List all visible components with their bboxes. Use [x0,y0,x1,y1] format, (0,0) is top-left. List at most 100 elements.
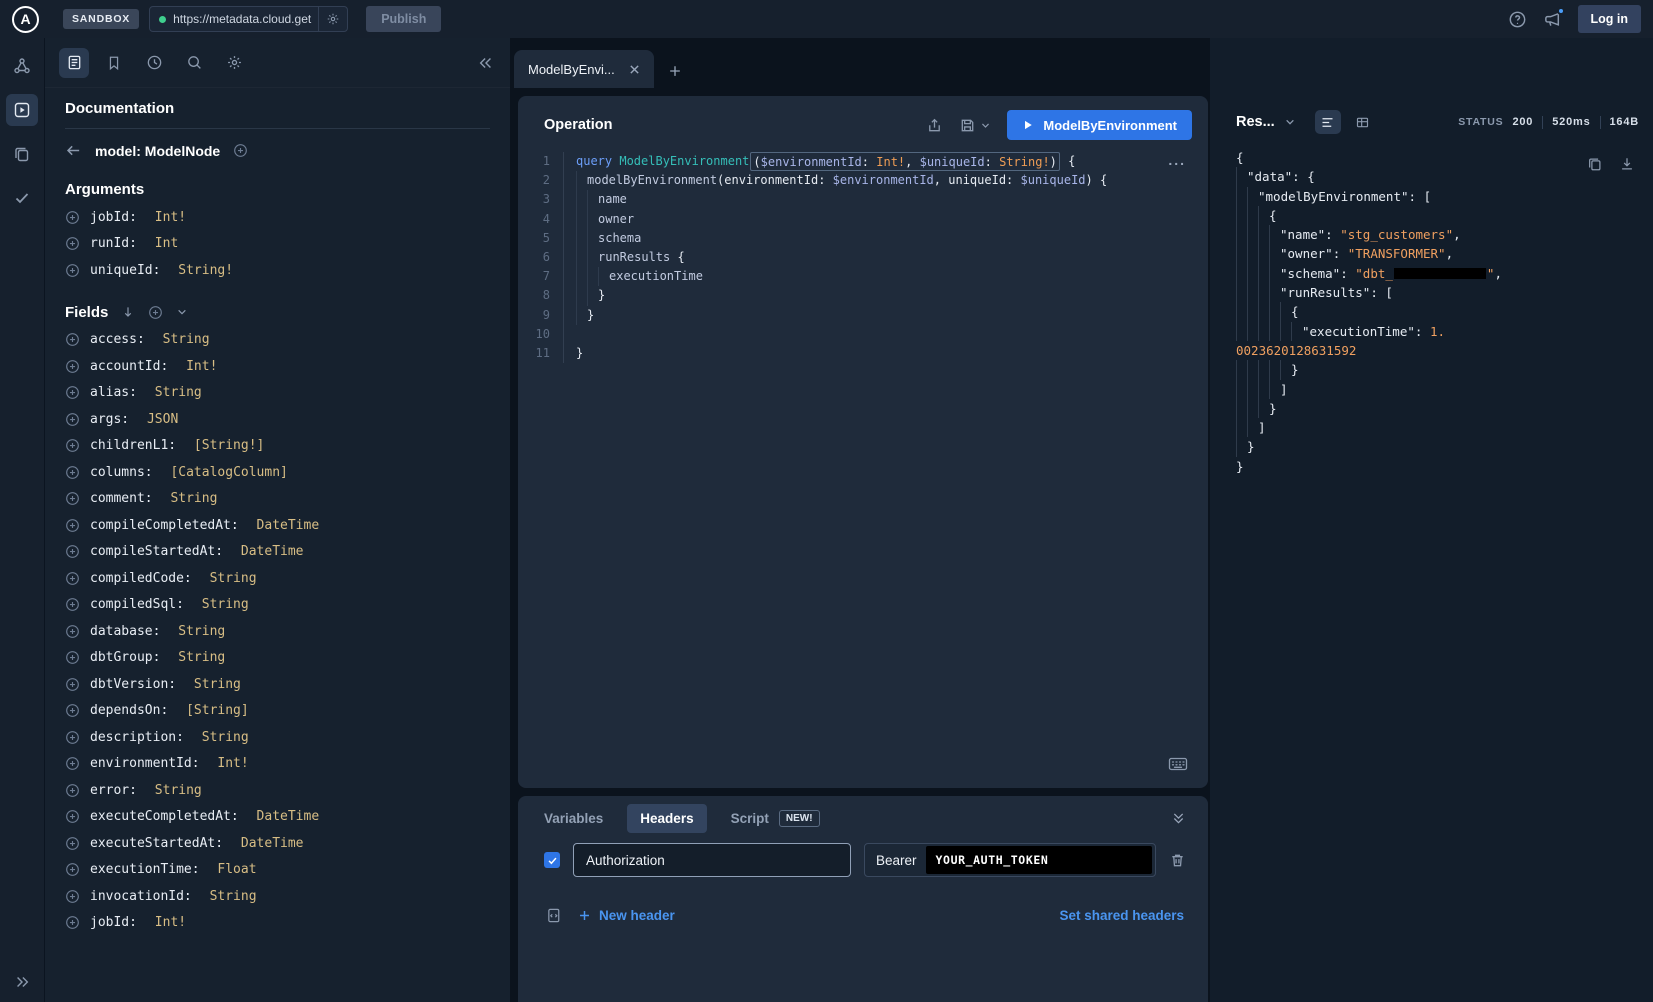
field-type[interactable]: Float [217,862,256,877]
field-row[interactable]: uniqueId: String! [65,257,490,284]
field-type[interactable]: [String!] [194,438,264,453]
field-type[interactable]: Int [155,236,178,251]
field-type[interactable]: String [202,597,249,612]
documentation-tab-icon[interactable] [59,48,89,78]
breadcrumb-type[interactable]: ModelNode [145,143,220,159]
field-type[interactable]: Int! [155,210,186,225]
code-line[interactable]: 1query ModelByEnvironment($environmentId… [518,152,1208,171]
add-field-icon[interactable] [65,809,80,824]
field-type[interactable]: String [170,491,217,506]
field-row[interactable]: error: String [65,777,490,804]
field-row[interactable]: childrenL1: [String!] [65,433,490,460]
field-row[interactable]: accountId: Int! [65,353,490,380]
code-editor[interactable]: 1query ModelByEnvironment($environmentId… [518,152,1208,363]
add-field-icon[interactable] [65,359,80,374]
add-field-icon[interactable] [65,730,80,745]
add-field-icon[interactable] [65,783,80,798]
back-icon[interactable] [65,142,82,159]
field-row[interactable]: compileCompletedAt: DateTime [65,512,490,539]
code-line[interactable]: 4owner [518,210,1208,229]
share-icon[interactable] [926,117,943,134]
field-row[interactable]: executeCompletedAt: DateTime [65,804,490,831]
add-field-icon[interactable] [65,677,80,692]
response-chevron-icon[interactable] [1284,116,1296,128]
run-button[interactable]: ModelByEnvironment [1007,110,1192,140]
code-line[interactable]: 2modelByEnvironment(environmentId: $envi… [518,171,1208,190]
field-row[interactable]: jobId: Int! [65,204,490,231]
add-fields-icon[interactable] [148,305,163,320]
keyboard-shortcuts-icon[interactable] [1168,756,1188,772]
sort-icon[interactable] [121,305,135,319]
explorer-icon[interactable] [6,94,38,126]
delete-header-icon[interactable] [1169,852,1186,869]
header-presets-icon[interactable] [546,907,563,924]
add-field-icon[interactable] [65,544,80,559]
operation-collections-icon[interactable] [6,138,38,170]
field-type[interactable]: Int! [217,756,248,771]
response-selector[interactable]: Res... [1236,114,1275,130]
field-type[interactable]: String! [178,263,233,278]
field-row[interactable]: executeStartedAt: DateTime [65,830,490,857]
header-key-input[interactable]: Authorization [573,843,851,877]
login-button[interactable]: Log in [1578,5,1642,33]
code-line[interactable]: 11} [518,344,1208,363]
field-type[interactable]: String [163,332,210,347]
add-field-icon[interactable] [65,412,80,427]
graph-icon[interactable] [6,50,38,82]
chevron-down-icon[interactable] [176,306,188,318]
field-type[interactable]: String [210,889,257,904]
field-row[interactable]: compiledSql: String [65,592,490,619]
header-enabled-checkbox[interactable] [544,852,560,868]
bookmark-icon[interactable] [99,48,129,78]
add-field-icon[interactable] [65,236,80,251]
apollo-logo[interactable]: A [12,6,39,33]
add-field-icon[interactable] [65,263,80,278]
editor-menu-icon[interactable]: ... [1168,152,1186,168]
field-type[interactable]: Int! [155,915,186,930]
new-header-button[interactable]: New header [578,908,675,923]
add-field-icon[interactable] [65,385,80,400]
save-icon[interactable] [959,117,976,134]
announcements-icon[interactable] [1543,10,1562,29]
endpoint-url[interactable]: https://metadata.cloud.get [173,12,311,26]
add-field-icon[interactable] [65,756,80,771]
help-icon[interactable] [1508,10,1527,29]
field-type[interactable]: String [210,571,257,586]
add-field-icon[interactable] [65,650,80,665]
field-row[interactable]: runId: Int [65,231,490,258]
tab-headers[interactable]: Headers [627,804,706,833]
add-field-icon[interactable] [65,624,80,639]
field-row[interactable]: dependsOn: [String] [65,698,490,725]
endpoint-input[interactable]: https://metadata.cloud.get [149,6,348,32]
field-row[interactable]: dbtGroup: String [65,645,490,672]
endpoint-settings-icon[interactable] [318,7,347,31]
field-type[interactable]: String [178,624,225,639]
code-line[interactable]: 3name [518,190,1208,209]
field-row[interactable]: compiledCode: String [65,565,490,592]
header-value-field[interactable]: Bearer YOUR_AUTH_TOKEN [864,843,1156,877]
field-type[interactable]: DateTime [241,544,304,559]
field-type[interactable]: DateTime [241,836,304,851]
add-field-icon[interactable] [65,518,80,533]
collapse-panel-icon[interactable] [1171,811,1186,826]
add-field-icon[interactable] [65,703,80,718]
field-type[interactable]: [CatalogColumn] [170,465,287,480]
auth-token-value[interactable]: YOUR_AUTH_TOKEN [926,846,1152,874]
field-row[interactable]: args: JSON [65,406,490,433]
field-row[interactable]: access: String [65,327,490,354]
settings-icon[interactable] [219,48,249,78]
table-view-icon[interactable] [1350,110,1376,134]
field-type[interactable]: String [155,783,202,798]
add-field-icon[interactable] [65,571,80,586]
field-type[interactable]: DateTime [257,809,320,824]
code-line[interactable]: 7executionTime [518,267,1208,286]
response-body[interactable]: {"data": {"modelByEnvironment": [{"name"… [1236,148,1643,476]
add-field-icon[interactable] [65,438,80,453]
add-field-icon[interactable] [65,210,80,225]
field-row[interactable]: database: String [65,618,490,645]
publish-button[interactable]: Publish [366,6,441,32]
add-field-icon[interactable] [65,491,80,506]
field-row[interactable]: comment: String [65,486,490,513]
field-row[interactable]: description: String [65,724,490,751]
search-icon[interactable] [179,48,209,78]
